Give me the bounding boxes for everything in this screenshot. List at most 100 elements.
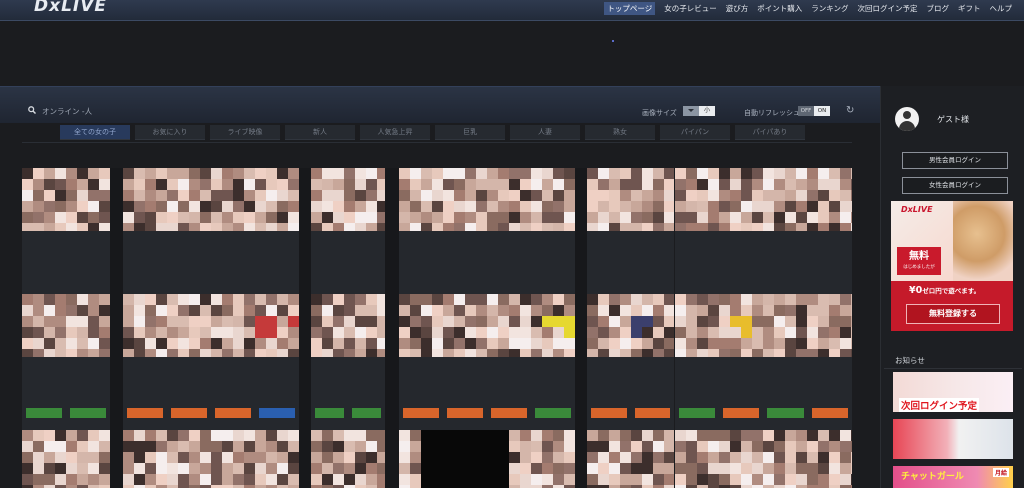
thumbnail-pixel (333, 179, 344, 190)
nav-blog[interactable]: ブログ (927, 3, 950, 15)
thumbnail-pixel (476, 441, 487, 452)
site-logo[interactable]: DxLIVE (34, 0, 107, 16)
thumbnail-pixel (33, 316, 44, 327)
thumbnail-pixel (818, 223, 829, 231)
performer-thumbnail[interactable] (587, 294, 674, 357)
thumbnail-pixel (421, 294, 432, 305)
tab-mature[interactable]: 熟女 (585, 125, 655, 140)
nav-ranking[interactable]: ランキング (811, 3, 848, 15)
thumbnail-pixel (719, 179, 730, 190)
thumbnail-pixel (211, 179, 222, 190)
thumbnail-pixel (531, 441, 542, 452)
nav-schedule[interactable]: 次回ログイン予定 (858, 3, 918, 15)
tab-wife[interactable]: 人妻 (510, 125, 580, 140)
performer-thumbnail[interactable] (587, 430, 674, 488)
performer-thumbnail[interactable] (675, 168, 763, 231)
auto-refresh-toggle[interactable]: OFF ON (798, 106, 830, 116)
tab-all[interactable]: 全ての女の子 (60, 125, 130, 140)
tab-new[interactable]: 新人 (285, 125, 355, 140)
thumbnail-pixel (609, 452, 620, 463)
performer-thumbnail[interactable] (399, 294, 575, 357)
thumbnail-pixel (167, 212, 178, 223)
chevron-down-icon[interactable] (683, 106, 699, 116)
performer-thumbnail[interactable] (311, 430, 385, 488)
event-banner[interactable] (893, 419, 1013, 459)
thumbnail-pixel (520, 316, 531, 327)
thumbnail-pixel (818, 327, 829, 338)
performer-thumbnail[interactable] (311, 294, 385, 357)
thumbnail-pixel (796, 179, 807, 190)
nav-help[interactable]: ヘルプ (990, 3, 1013, 15)
thumbnail-pixel (44, 201, 55, 212)
thumbnail-pixel (311, 294, 322, 305)
thumbnail-pixel (189, 463, 200, 474)
thumbnail-pixel (840, 474, 851, 485)
tab-rising[interactable]: 人気急上昇 (360, 125, 430, 140)
thumbnail-pixel (840, 294, 851, 305)
tab-busty[interactable]: 巨乳 (435, 125, 505, 140)
performer-thumbnail[interactable] (399, 430, 575, 488)
tab-live[interactable]: ライブ映像 (210, 125, 280, 140)
toggle-off[interactable]: OFF (798, 106, 814, 116)
thumbnail-pixel (487, 338, 498, 349)
thumbnail-pixel (399, 452, 410, 463)
thumbnail-pixel (509, 452, 520, 463)
performer-thumbnail[interactable] (123, 168, 299, 231)
nav-howto[interactable]: 遊び方 (726, 3, 749, 15)
performer-thumbnail[interactable] (22, 294, 110, 357)
thumbnail-pixel (609, 305, 620, 316)
thumbnail-pixel (741, 190, 752, 201)
tab-favorites[interactable]: お気に入り (135, 125, 205, 140)
nav-top[interactable]: トップページ (604, 2, 656, 15)
performer-thumbnail[interactable] (123, 430, 299, 488)
tab-unshaved[interactable]: パイパあり (735, 125, 805, 140)
thumbnail-pixel (730, 474, 741, 485)
thumbnail-pixel (200, 223, 211, 231)
thumbnail-pixel (763, 349, 774, 357)
thumbnail-pixel (708, 441, 719, 452)
performer-thumbnail[interactable] (123, 294, 299, 357)
thumbnail-pixel (774, 441, 785, 452)
thumbnail-pixel (322, 190, 333, 201)
thumbnail-pixel (851, 179, 852, 190)
thumbnail-pixel (564, 327, 575, 338)
thumbnail-pixel (55, 179, 66, 190)
performer-thumbnail[interactable] (675, 294, 763, 357)
thumbnail-pixel (322, 452, 333, 463)
thumbnail-pixel (322, 179, 333, 190)
nav-points[interactable]: ポイント購入 (757, 3, 802, 15)
thumbnail-pixel (708, 223, 719, 231)
decorative-dot (612, 40, 614, 42)
main-nav: トップページ 女の子レビュー 遊び方 ポイント購入 ランキング 次回ログイン予定… (604, 2, 1013, 15)
thumbnail-pixel (531, 349, 542, 357)
female-login-button[interactable]: 女性会員ログイン (902, 177, 1008, 194)
performer-thumbnail[interactable] (763, 294, 852, 357)
schedule-banner[interactable]: 次回ログイン予定 (893, 372, 1013, 412)
performer-thumbnail[interactable] (399, 168, 575, 231)
search-icon[interactable] (28, 106, 36, 114)
performer-thumbnail[interactable] (675, 430, 763, 488)
nav-review[interactable]: 女の子レビュー (664, 3, 717, 15)
refresh-icon[interactable]: ↻ (846, 105, 854, 116)
performer-thumbnail[interactable] (763, 168, 852, 231)
image-size-select[interactable]: 小 (683, 106, 715, 116)
performer-thumbnail[interactable] (22, 168, 110, 231)
free-register-button[interactable]: 無料登録する (906, 304, 1000, 324)
male-login-button[interactable]: 男性会員ログイン (902, 152, 1008, 169)
free-signup-ad[interactable]: DxLIVE 無料 はじめましたが ¥0ゼロ円で遊べます。 無料登録する (891, 201, 1013, 331)
nav-gift[interactable]: ギフト (958, 3, 981, 15)
thumbnail-pixel (322, 212, 333, 223)
tab-shaved[interactable]: パイパン (660, 125, 730, 140)
performer-thumbnail[interactable] (763, 430, 852, 488)
performer-thumbnail[interactable] (587, 168, 674, 231)
status-bar (679, 408, 715, 418)
performer-thumbnail[interactable] (311, 168, 385, 231)
thumbnail-pixel (311, 452, 322, 463)
performer-thumbnail[interactable] (22, 430, 110, 488)
thumbnail-pixel (741, 223, 752, 231)
thumbnail-pixel (311, 316, 322, 327)
chatgirl-banner[interactable]: チャットガール 月給 (893, 466, 1013, 488)
image-size-value[interactable]: 小 (699, 106, 715, 116)
status-bar (767, 408, 804, 418)
toggle-on[interactable]: ON (814, 106, 830, 116)
